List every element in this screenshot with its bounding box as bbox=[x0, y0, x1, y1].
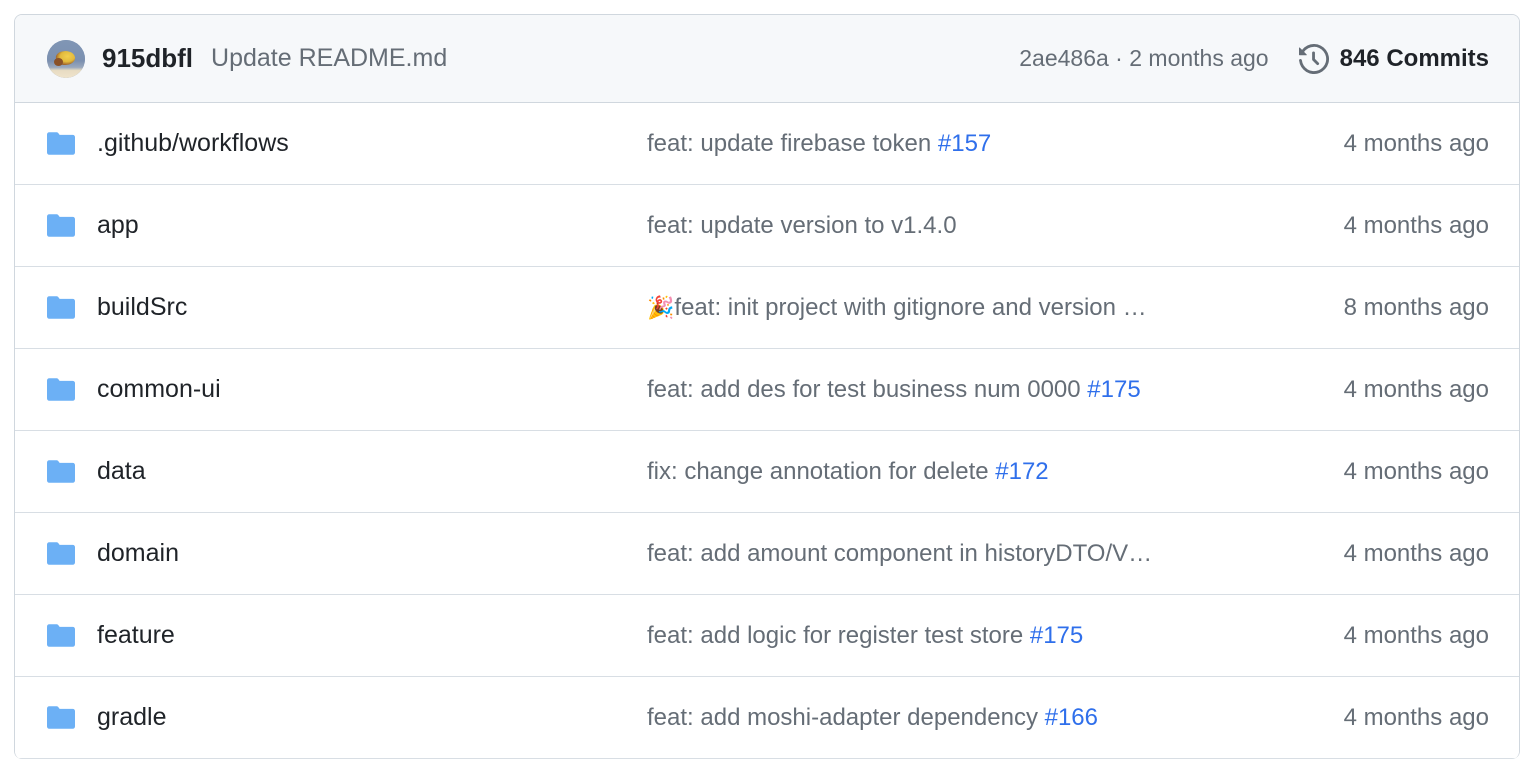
pull-request-link[interactable]: #175 bbox=[1030, 622, 1083, 649]
commit-message-cell: feat: add amount component in historyDTO… bbox=[647, 540, 1277, 568]
folder-icon bbox=[47, 542, 75, 565]
commit-message-text[interactable]: feat: init project with gitignore and ve… bbox=[674, 294, 1122, 321]
commit-message-text[interactable]: feat: add des for test business num 0000 bbox=[647, 376, 1087, 403]
file-table: 915dbfl Update README.md 2ae486a · 2 mon… bbox=[14, 14, 1520, 759]
commit-time: 8 months ago bbox=[1343, 293, 1489, 321]
commit-message-text[interactable]: feat: update firebase token bbox=[647, 130, 938, 157]
file-name-cell: buildSrc bbox=[47, 293, 647, 322]
file-list: .github/workflows feat: update firebase t… bbox=[15, 103, 1519, 759]
commit-message-text[interactable]: feat: add logic for register test store bbox=[647, 622, 1030, 649]
table-row[interactable]: common-ui feat: add des for test business… bbox=[15, 349, 1519, 431]
table-row[interactable]: domain feat: add amount component in hist… bbox=[15, 513, 1519, 595]
commit-message-cell: 🎉feat: init project with gitignore and v… bbox=[647, 294, 1277, 322]
pull-request-link[interactable]: #157 bbox=[938, 130, 991, 157]
pull-request-link[interactable]: #175 bbox=[1087, 376, 1140, 403]
folder-icon bbox=[47, 132, 75, 155]
latest-commit-header: 915dbfl Update README.md 2ae486a · 2 mon… bbox=[15, 15, 1519, 103]
commit-time: 4 months ago bbox=[1343, 539, 1489, 567]
history-icon bbox=[1298, 43, 1329, 74]
file-name-link[interactable]: gradle bbox=[97, 703, 167, 732]
file-name-link[interactable]: common-ui bbox=[97, 375, 221, 404]
table-row[interactable]: data fix: change annotation for delete #1… bbox=[15, 431, 1519, 513]
file-name-cell: feature bbox=[47, 621, 647, 650]
file-name-cell: gradle bbox=[47, 703, 647, 732]
commit-time: 4 months ago bbox=[1343, 457, 1489, 485]
file-name-link[interactable]: app bbox=[97, 211, 139, 240]
commit-time: 4 months ago bbox=[1343, 703, 1489, 731]
commit-message-cell: feat: add des for test business num 0000… bbox=[647, 376, 1277, 404]
commit-count[interactable]: 846 Commits bbox=[1340, 45, 1489, 73]
table-row[interactable]: .github/workflows feat: update firebase t… bbox=[15, 103, 1519, 185]
file-name-cell: common-ui bbox=[47, 375, 647, 404]
file-name-link[interactable]: .github/workflows bbox=[97, 129, 289, 158]
table-row[interactable]: feature feat: add logic for register test… bbox=[15, 595, 1519, 677]
file-name-cell: app bbox=[47, 211, 647, 240]
pull-request-link[interactable]: #166 bbox=[1045, 704, 1098, 731]
file-name-link[interactable]: domain bbox=[97, 539, 179, 568]
commit-message-text[interactable]: feat: add moshi-adapter dependency bbox=[647, 704, 1045, 731]
repository-file-browser: 915dbfl Update README.md 2ae486a · 2 mon… bbox=[0, 0, 1534, 784]
commit-time: 4 months ago bbox=[1343, 129, 1489, 157]
folder-icon bbox=[47, 706, 75, 729]
folder-icon bbox=[47, 214, 75, 237]
file-name-link[interactable]: feature bbox=[97, 621, 175, 650]
file-name-cell: domain bbox=[47, 539, 647, 568]
file-name-cell: data bbox=[47, 457, 647, 486]
avatar[interactable] bbox=[47, 39, 85, 78]
party-popper-emoji: 🎉 bbox=[647, 294, 675, 320]
folder-icon bbox=[47, 378, 75, 401]
folder-icon bbox=[47, 624, 75, 647]
file-name-link[interactable]: buildSrc bbox=[97, 293, 187, 322]
commit-hash-and-time[interactable]: 2ae486a · 2 months ago bbox=[1019, 45, 1268, 72]
commit-time: 4 months ago bbox=[1343, 375, 1489, 403]
commit-message-text[interactable]: fix: change annotation for delete bbox=[647, 458, 995, 485]
commit-message-text[interactable]: feat: add amount component in historyDTO… bbox=[647, 540, 1128, 567]
commit-message-cell: feat: update firebase token #157 bbox=[647, 130, 1277, 158]
commit-header-right: 2ae486a · 2 months ago 846 Commits bbox=[1019, 43, 1489, 74]
commit-time: 4 months ago bbox=[1343, 621, 1489, 649]
folder-icon bbox=[47, 296, 75, 319]
avatar-figure-shadow bbox=[54, 57, 63, 66]
truncation-ellipsis: … bbox=[1122, 293, 1147, 321]
table-row[interactable]: app feat: update version to v1.4.0 4 month… bbox=[15, 185, 1519, 267]
commit-author[interactable]: 915dbfl bbox=[102, 43, 193, 74]
pull-request-link[interactable]: #172 bbox=[995, 458, 1048, 485]
commit-message-cell: feat: add moshi-adapter dependency #166 bbox=[647, 704, 1277, 732]
commit-message-cell: feat: update version to v1.4.0 bbox=[647, 212, 1277, 240]
folder-icon bbox=[47, 460, 75, 483]
truncation-ellipsis: … bbox=[1128, 539, 1153, 567]
commit-time: 4 months ago bbox=[1343, 211, 1489, 239]
file-name-link[interactable]: data bbox=[97, 457, 146, 486]
commit-message[interactable]: Update README.md bbox=[211, 44, 447, 73]
commit-message-cell: fix: change annotation for delete #172 bbox=[647, 458, 1277, 486]
file-name-cell: .github/workflows bbox=[47, 129, 647, 158]
table-row[interactable]: buildSrc 🎉feat: init project with gitigno… bbox=[15, 267, 1519, 349]
commit-message-cell: feat: add logic for register test store … bbox=[647, 622, 1277, 650]
commit-message-text[interactable]: feat: update version to v1.4.0 bbox=[647, 212, 957, 239]
table-row[interactable]: gradle feat: add moshi-adapter dependency… bbox=[15, 677, 1519, 759]
